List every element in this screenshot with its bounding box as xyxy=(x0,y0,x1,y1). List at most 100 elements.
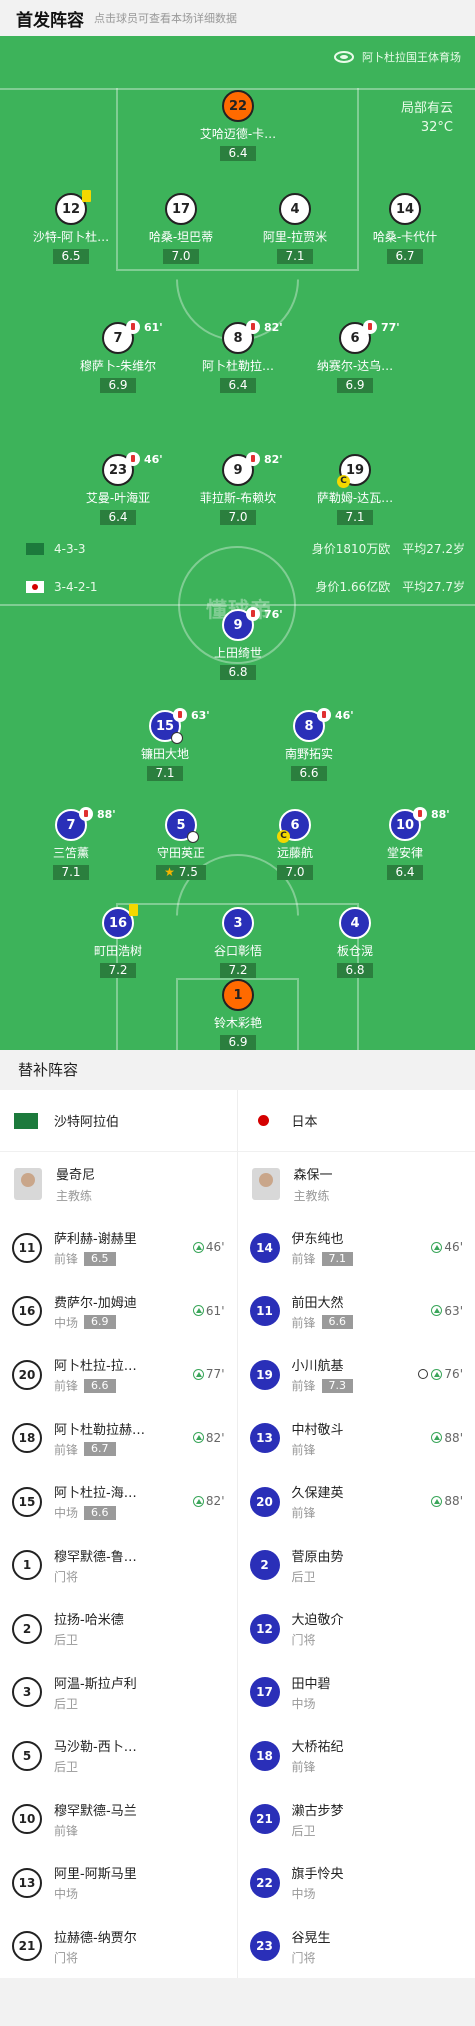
player-name: 堂安律 xyxy=(386,846,423,860)
player-home-fwd-1[interactable]: 23 46' 艾曼-叶海亚 6.4 xyxy=(68,452,168,525)
player-away-def-1[interactable]: 16 町田浩树 7.2 xyxy=(68,904,168,978)
player-away-mid-3[interactable]: 6C 远藤航 7.0 xyxy=(245,809,345,880)
player-away-mid-2[interactable]: 5 守田英正 ★ 7.5 xyxy=(131,809,231,880)
player-home-gk[interactable]: 22 艾哈迈德-卡… 6.4 xyxy=(188,90,288,161)
player-rating: 6.9 xyxy=(84,1315,116,1330)
list-item[interactable]: 21 拉赫德-纳贾尔 门将 xyxy=(0,1915,237,1979)
list-item[interactable]: 15 阿卜杜拉-海… 中场 6.6 82' xyxy=(0,1470,237,1534)
away-subs-column: 日本 森保一 主教练 14 伊东纯也 前锋 7.1 46' 11 前田大然 前锋 6.6 63' 1… xyxy=(237,1090,475,1979)
list-item[interactable]: 12 大迫敬介 门将 xyxy=(238,1597,475,1661)
player-position: 前锋 xyxy=(291,1442,316,1457)
list-item[interactable]: 13 中村敬斗 前锋 88' xyxy=(238,1407,475,1471)
list-item[interactable]: 11 前田大然 前锋 6.6 63' xyxy=(238,1280,475,1344)
list-item[interactable]: 20 久保建英 前锋 88' xyxy=(238,1470,475,1534)
list-item[interactable]: 19 小川航基 前锋 7.3 76' xyxy=(238,1343,475,1407)
player-position-line: 中场 6.6 xyxy=(54,1504,137,1521)
player-name: 萨勒姆-达瓦… xyxy=(316,491,394,505)
player-position: 后卫 xyxy=(54,1760,79,1775)
player-rating: 7.1 xyxy=(321,1251,354,1266)
player-number: 9 76' xyxy=(222,607,283,641)
player-name: 阿卜杜勒拉赫… xyxy=(54,1422,146,1438)
player-away-def-2[interactable]: 3 谷口彰悟 7.2 xyxy=(188,907,288,978)
sub-off-icon xyxy=(79,807,93,821)
player-number: 15 xyxy=(12,1486,42,1517)
player-position-line: 前锋 6.6 xyxy=(292,1314,354,1331)
list-item[interactable]: 22 旗手怜央 中场 xyxy=(238,1851,475,1915)
list-item[interactable]: 17 田中碧 中场 xyxy=(238,1661,475,1725)
player-name: 穆罕默德-马兰 xyxy=(54,1803,137,1819)
stadium-icon xyxy=(334,51,354,63)
saudi-flag-icon xyxy=(14,1112,38,1129)
player-rating: 6.4 xyxy=(387,865,423,880)
stadium-info: 阿卜杜拉国王体育场 xyxy=(334,49,461,65)
player-name: 阿卜杜勒拉… xyxy=(201,359,274,373)
player-home-mid-3[interactable]: 6 77' 纳赛尔-达乌… 6.9 xyxy=(305,320,405,393)
player-position-line: 前锋 xyxy=(292,1504,344,1521)
player-name: 拉扬-哈米德 xyxy=(54,1613,124,1629)
player-name: 田中碧 xyxy=(291,1676,331,1692)
player-number: 12 xyxy=(249,1613,280,1644)
sub-in-icon xyxy=(431,1305,443,1316)
player-rating: 7.0 xyxy=(277,865,313,880)
list-item[interactable]: 11 萨利赫-谢赫里 前锋 6.5 46' xyxy=(0,1216,237,1280)
player-away-fwd[interactable]: 9 76' 上田绮世 6.8 xyxy=(188,607,288,680)
list-item[interactable]: 14 伊东纯也 前锋 7.1 46' xyxy=(238,1216,475,1280)
list-item[interactable]: 3 阿温-斯拉卢利 后卫 xyxy=(0,1661,237,1725)
list-item[interactable]: 10 穆罕默德-马兰 前锋 xyxy=(0,1788,237,1852)
list-item[interactable]: 21 濑古步梦 后卫 xyxy=(238,1788,475,1852)
player-away-am-2[interactable]: 8 46' 南野拓实 6.6 xyxy=(259,708,359,781)
player-home-def-2[interactable]: 17 哈桑-坦巴蒂 7.0 xyxy=(131,193,231,264)
home-coach[interactable]: 曼奇尼 主教练 xyxy=(0,1152,237,1216)
player-home-mid-1[interactable]: 7 61' 穆萨卜-朱维尔 6.9 xyxy=(68,320,168,393)
player-position: 中场 xyxy=(291,1887,316,1902)
home-age: 平均27.2岁 xyxy=(402,542,465,556)
captain-icon: C xyxy=(337,475,350,488)
sub-off-icon xyxy=(246,320,260,334)
assist-icon xyxy=(187,831,199,843)
list-item[interactable]: 18 阿卜杜勒拉赫… 前锋 6.7 82' xyxy=(0,1407,237,1471)
player-home-mid-2[interactable]: 8 82' 阿卜杜勒拉… 6.4 xyxy=(188,320,288,393)
player-home-def-4[interactable]: 14 哈桑-卡代什 6.7 xyxy=(355,193,455,264)
sub-time: 63' xyxy=(191,709,210,722)
weather-text: 局部有云 xyxy=(400,101,453,116)
player-away-mid-1[interactable]: 7 88' 三笘薰 7.1 xyxy=(21,807,121,880)
list-item[interactable]: 2 菅原由势 后卫 xyxy=(238,1534,475,1598)
sub-in-time: 82' xyxy=(192,1431,225,1445)
player-name: 小川航基 xyxy=(291,1359,344,1375)
away-team-summary: 3-4-2-1 身价1.66亿欧 平均27.7岁 xyxy=(26,578,465,595)
player-home-fwd-3[interactable]: 19 C 萨勒姆-达瓦… 7.1 xyxy=(305,454,405,525)
list-item[interactable]: 16 费萨尔-加姆迪 中场 6.9 61' xyxy=(0,1280,237,1344)
player-rating: 6.6 xyxy=(84,1378,116,1393)
player-name: 中村敬斗 xyxy=(291,1422,344,1438)
list-item[interactable]: 5 马沙勒-西卜… 后卫 xyxy=(0,1724,237,1788)
player-number: 16 xyxy=(12,1296,42,1327)
player-position-line: 前锋 6.6 xyxy=(54,1377,137,1394)
player-position-line: 门将 xyxy=(292,1631,344,1648)
player-name: 哈桑-坦巴蒂 xyxy=(148,230,214,244)
player-number: 6 77' xyxy=(339,320,400,354)
away-age: 平均27.7岁 xyxy=(402,580,465,594)
player-rating: 6.6 xyxy=(321,1315,354,1330)
player-rating: 6.9 xyxy=(220,1035,256,1050)
player-away-def-3[interactable]: 4 板仓滉 6.8 xyxy=(305,907,405,978)
list-item[interactable]: 20 阿卜杜拉-拉… 前锋 6.6 77' xyxy=(0,1343,237,1407)
player-home-def-3[interactable]: 4 阿里-拉贾米 7.1 xyxy=(245,193,345,264)
away-coach[interactable]: 森保一 主教练 xyxy=(238,1152,475,1216)
avatar xyxy=(251,1168,280,1200)
player-name: 阿卜杜拉-海… xyxy=(54,1486,137,1502)
player-home-fwd-2[interactable]: 9 82' 菲拉斯-布赖坎 7.0 xyxy=(188,452,288,525)
player-home-def-1[interactable]: 12 沙特-阿卜杜… 6.5 xyxy=(21,190,121,264)
list-item[interactable]: 13 阿里-阿斯马里 中场 xyxy=(0,1851,237,1915)
list-item[interactable]: 2 拉扬-哈米德 后卫 xyxy=(0,1597,237,1661)
player-away-mid-4[interactable]: 10 88' 堂安律 6.4 xyxy=(355,807,455,880)
goal-ball-icon xyxy=(418,1369,429,1379)
player-number: 11 xyxy=(12,1232,42,1263)
list-item[interactable]: 1 穆罕默德-鲁… 门将 xyxy=(0,1534,237,1598)
japan-flag-icon xyxy=(26,580,44,593)
player-away-gk[interactable]: 1 铃木彩艳 6.9 xyxy=(188,979,288,1050)
list-item[interactable]: 23 谷晃生 门将 xyxy=(238,1915,475,1979)
japan-flag-icon xyxy=(252,1113,276,1129)
list-item[interactable]: 18 大桥祐纪 前锋 xyxy=(238,1724,475,1788)
player-away-am-1[interactable]: 15 63' 镰田大地 7.1 xyxy=(115,708,215,781)
player-rating: 6.5 xyxy=(53,249,89,264)
